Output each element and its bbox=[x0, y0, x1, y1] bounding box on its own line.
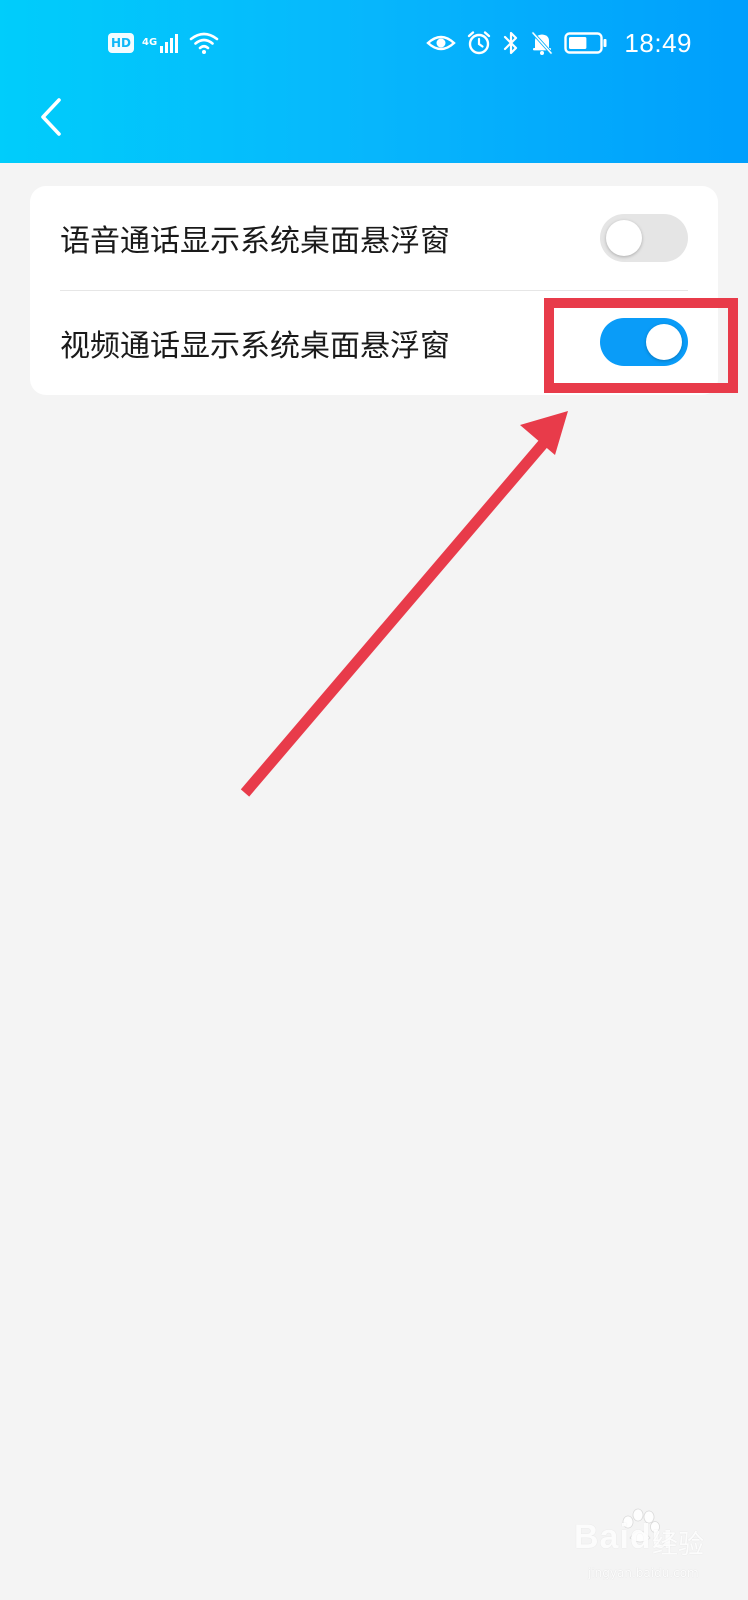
status-left-group: HD 4G bbox=[108, 28, 219, 58]
app-header: HD 4G 18:49 bbox=[0, 0, 748, 163]
battery-level-fill bbox=[569, 37, 587, 49]
wifi-icon bbox=[189, 32, 219, 54]
bluetooth-icon bbox=[504, 31, 518, 55]
chevron-left-icon bbox=[41, 98, 61, 136]
video-call-toggle[interactable] bbox=[600, 318, 688, 366]
watermark-url: jingyan.baidu.com bbox=[588, 1566, 699, 1580]
cellular-group: 4G bbox=[142, 32, 181, 54]
network-type-label: 4G bbox=[142, 37, 158, 48]
hd-icon: HD bbox=[108, 33, 134, 53]
toggle-knob bbox=[646, 324, 682, 360]
eye-icon bbox=[426, 35, 457, 51]
signal-icon bbox=[160, 34, 179, 53]
battery-icon bbox=[564, 32, 607, 54]
status-time: 18:49 bbox=[624, 27, 692, 58]
paw-logo-icon bbox=[622, 1508, 660, 1543]
voice-call-floating-window-label: 语音通话显示系统桌面悬浮窗 bbox=[60, 224, 450, 259]
video-call-floating-window-label: 视频通话显示系统桌面悬浮窗 bbox=[60, 328, 450, 364]
mute-bell-icon bbox=[531, 31, 554, 55]
settings-card: 语音通话显示系统桌面悬浮窗 视频通话显示系统桌面悬浮窗 bbox=[30, 186, 718, 395]
annotation-arrow-shaft bbox=[240, 434, 553, 797]
watermark-name: 经验 bbox=[652, 1530, 705, 1560]
voice-call-toggle[interactable] bbox=[600, 214, 688, 262]
status-right-group: 18:49 bbox=[426, 26, 692, 60]
watermark-brand: Baidu bbox=[574, 1518, 674, 1556]
alarm-icon bbox=[468, 31, 491, 55]
back-button[interactable] bbox=[30, 94, 72, 140]
toggle-knob bbox=[606, 220, 642, 256]
annotation-arrow-head bbox=[520, 411, 568, 455]
settings-row-video-call[interactable]: 视频通话显示系统桌面悬浮窗 bbox=[30, 290, 718, 395]
status-bar: HD 4G 18:49 bbox=[0, 20, 748, 66]
settings-row-voice-call[interactable]: 语音通话显示系统桌面悬浮窗 bbox=[30, 186, 718, 290]
watermark: Baidu 经验 jingyan.baidu.com bbox=[574, 1508, 724, 1584]
